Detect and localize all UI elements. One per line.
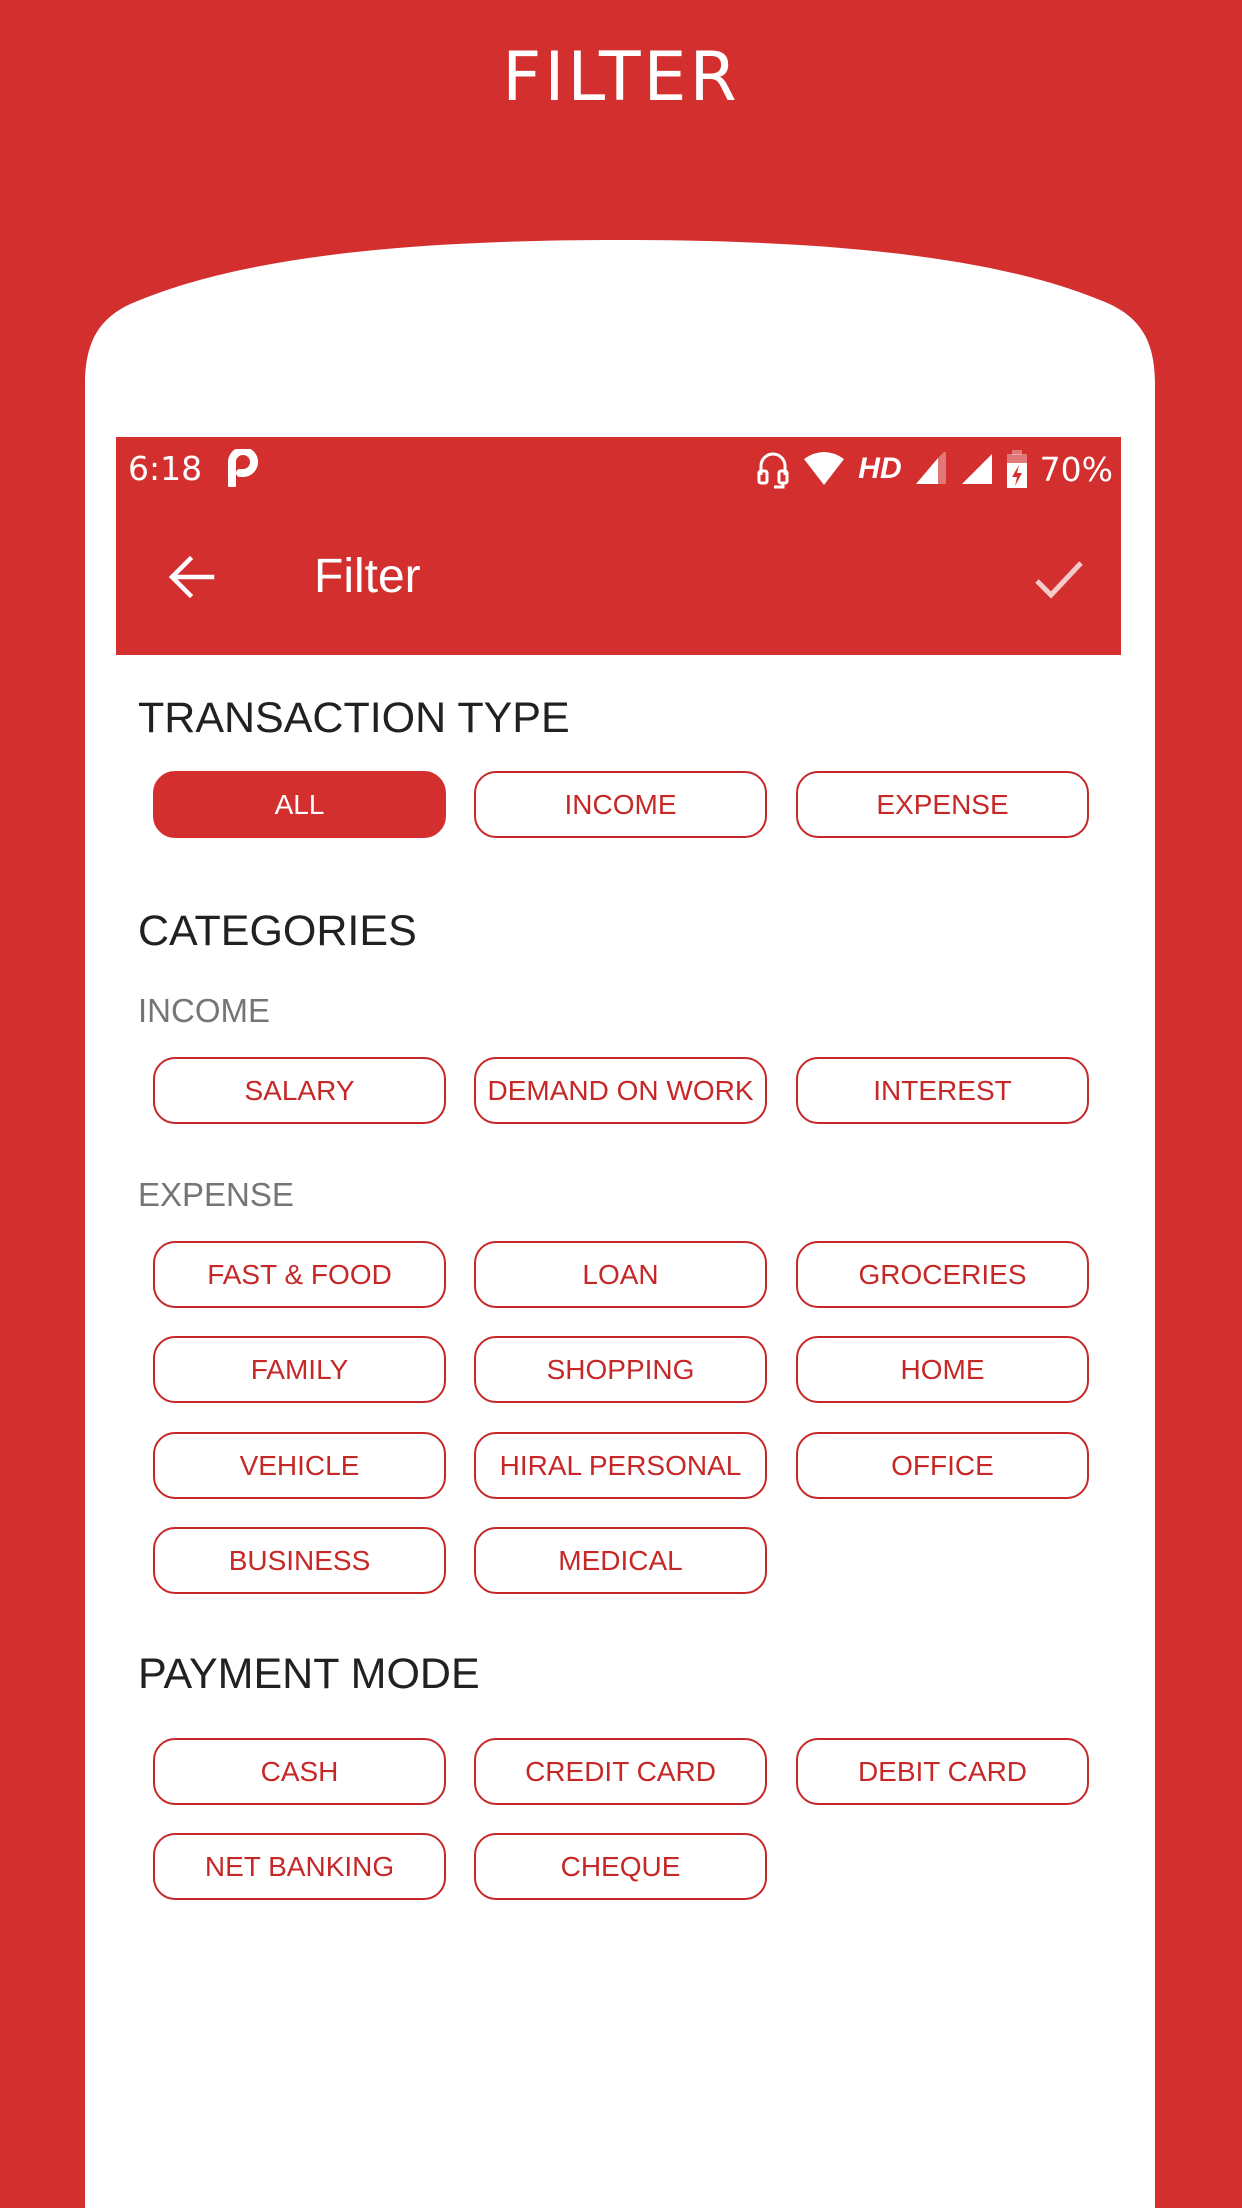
chip-home[interactable]: HOME	[796, 1336, 1089, 1403]
chip-demand-on-work[interactable]: DEMAND ON WORK	[474, 1057, 767, 1124]
wifi-icon	[804, 452, 845, 485]
chip-office[interactable]: OFFICE	[796, 1432, 1089, 1499]
chip-cash[interactable]: CASH	[153, 1738, 446, 1805]
chip-vehicle[interactable]: VEHICLE	[153, 1432, 446, 1499]
chip-salary[interactable]: SALARY	[153, 1057, 446, 1124]
expense-category-row: FAMILY SHOPPING HOME	[153, 1336, 1093, 1403]
status-time: 6:18	[128, 449, 203, 488]
chip-loan[interactable]: LOAN	[474, 1241, 767, 1308]
signal-sim2-icon	[961, 454, 992, 484]
app-bar: Filter	[116, 501, 1121, 655]
chip-business[interactable]: BUSINESS	[153, 1527, 446, 1594]
chip-family[interactable]: FAMILY	[153, 1336, 446, 1403]
expense-category-row: VEHICLE HIRAL PERSONAL OFFICE	[153, 1432, 1093, 1499]
chip-shopping[interactable]: SHOPPING	[474, 1336, 767, 1403]
chip-credit-card[interactable]: CREDIT CARD	[474, 1738, 767, 1805]
chip-hiral-personal[interactable]: HIRAL PERSONAL	[474, 1432, 767, 1499]
battery-charging-icon	[1006, 450, 1027, 488]
transaction-type-heading: TRANSACTION TYPE	[138, 694, 570, 742]
signal-sim1-icon	[915, 452, 946, 484]
chip-all[interactable]: ALL	[153, 771, 446, 838]
headset-icon	[757, 452, 789, 489]
chip-cheque[interactable]: CHEQUE	[474, 1833, 767, 1900]
payment-mode-row: NET BANKING CHEQUE	[153, 1833, 1093, 1900]
hd-badge: HD	[858, 452, 902, 485]
chip-medical[interactable]: MEDICAL	[474, 1527, 767, 1594]
chip-net-banking[interactable]: NET BANKING	[153, 1833, 446, 1900]
chip-income[interactable]: INCOME	[474, 771, 767, 838]
battery-percent: 70%	[1039, 449, 1113, 489]
status-bar: 6:18 HD 70%	[116, 437, 1121, 501]
transaction-type-options: ALL INCOME EXPENSE	[153, 771, 1093, 838]
device-screen: 6:18 HD 70% Filter TRANSACTION TYPE ALL …	[116, 437, 1121, 2208]
expense-subheading: EXPENSE	[138, 1176, 294, 1213]
arrow-left-icon	[168, 555, 215, 599]
payment-mode-heading: PAYMENT MODE	[138, 1650, 480, 1698]
expense-category-row: BUSINESS MEDICAL	[153, 1527, 1093, 1594]
app-bar-title: Filter	[314, 550, 421, 603]
check-icon	[1035, 561, 1083, 599]
status-icons: HD 70%	[756, 447, 1113, 491]
payment-mode-row: CASH CREDIT CARD DEBIT CARD	[153, 1738, 1093, 1805]
chip-groceries[interactable]: GROCERIES	[796, 1241, 1089, 1308]
apply-filter-button[interactable]	[1023, 543, 1095, 615]
income-category-row: SALARY DEMAND ON WORK INTEREST	[153, 1057, 1093, 1124]
chip-expense[interactable]: EXPENSE	[796, 771, 1089, 838]
chip-fast-and-food[interactable]: FAST & FOOD	[153, 1241, 446, 1308]
categories-heading: CATEGORIES	[138, 907, 417, 955]
chip-debit-card[interactable]: DEBIT CARD	[796, 1738, 1089, 1805]
p-app-icon	[228, 449, 258, 487]
phone-frame-top	[85, 240, 1155, 400]
back-button[interactable]	[156, 541, 228, 613]
income-subheading: INCOME	[138, 992, 270, 1029]
chip-interest[interactable]: INTEREST	[796, 1057, 1089, 1124]
expense-category-row: FAST & FOOD LOAN GROCERIES	[153, 1241, 1093, 1308]
